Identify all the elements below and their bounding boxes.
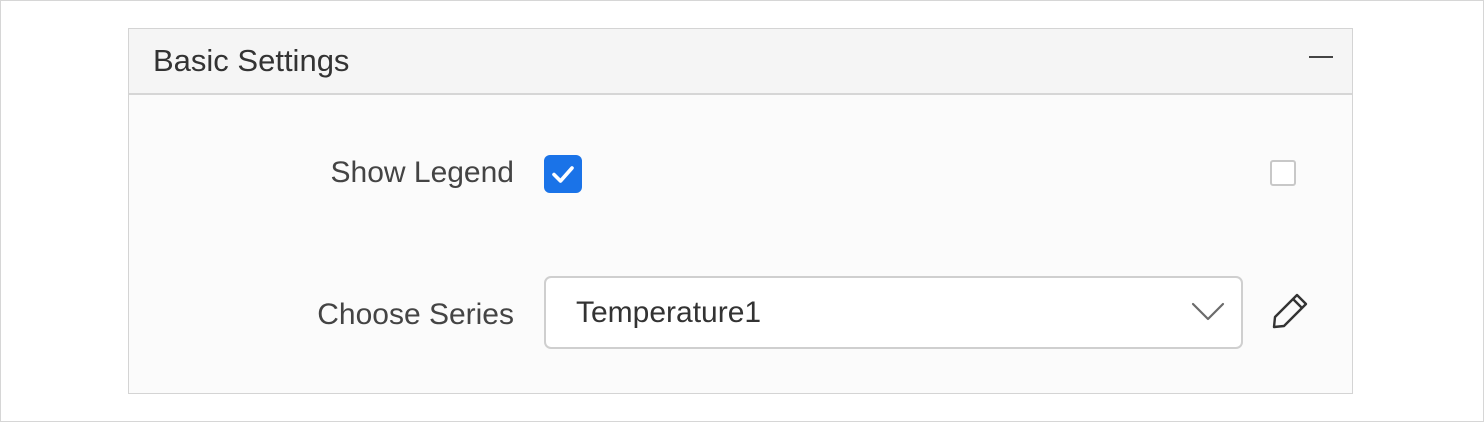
series-dropdown-value: Temperature1 xyxy=(576,296,762,329)
basic-settings-panel: Basic Settings Show Legend Choose Series… xyxy=(128,28,1353,394)
legend-option-checkbox[interactable] xyxy=(1270,160,1296,186)
show-legend-checkbox[interactable] xyxy=(544,155,582,193)
chevron-down-icon xyxy=(1191,302,1225,321)
show-legend-label: Show Legend xyxy=(330,156,515,189)
checkmark-icon xyxy=(552,166,574,183)
panel-title: Basic Settings xyxy=(153,43,350,78)
panel-header[interactable]: Basic Settings xyxy=(129,29,1352,95)
choose-series-label: Choose Series xyxy=(317,298,514,331)
pencil-icon[interactable] xyxy=(1270,291,1310,331)
series-dropdown[interactable]: Temperature1 xyxy=(544,276,1243,349)
window-frame: Basic Settings Show Legend Choose Series… xyxy=(0,0,1484,422)
minus-icon[interactable] xyxy=(1308,45,1334,71)
